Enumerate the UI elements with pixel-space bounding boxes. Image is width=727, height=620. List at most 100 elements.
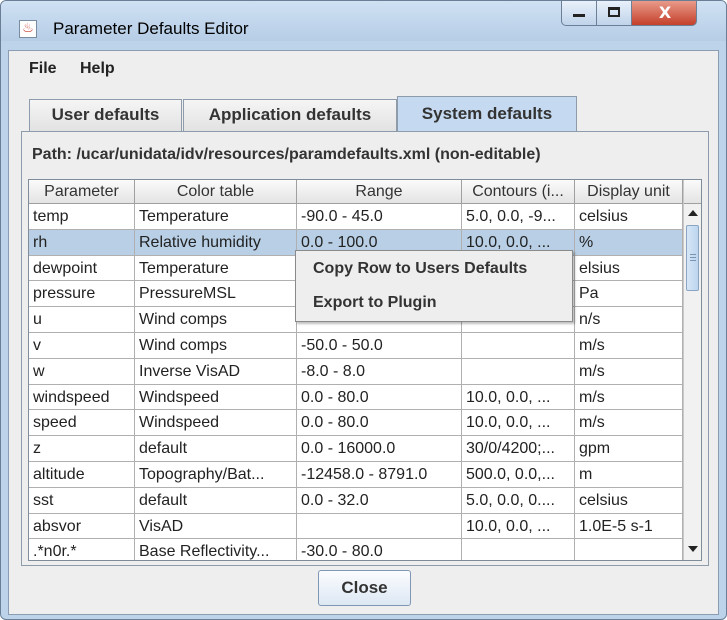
color-table-cell[interactable]: PressureMSL [135, 281, 297, 308]
contours-cell[interactable] [462, 358, 575, 385]
contours-cell[interactable]: 10.0, 0.0, ... [462, 384, 575, 411]
display-unit-cell[interactable]: m/s [575, 358, 683, 385]
table-row[interactable]: .*n0r.* Base Reflectivity... -30.0 - 80.0 [29, 539, 683, 560]
table-row[interactable]: altitude Topography/Bat... -12458.0 - 8791… [29, 462, 683, 488]
close-window-button[interactable]: X [631, 1, 697, 26]
contours-cell[interactable]: 10.0, 0.0, ... [462, 410, 575, 437]
color-table-cell[interactable]: Temperature [135, 204, 297, 230]
contours-cell[interactable]: 500.0, 0.0,... [462, 462, 575, 488]
range-cell[interactable]: 0.0 - 16000.0 [297, 436, 462, 462]
contours-cell[interactable] [462, 333, 575, 359]
table-row[interactable]: absvor VisAD 10.0, 0.0, ... 1.0E-5 s-1 [29, 513, 683, 540]
scroll-up-button[interactable] [684, 204, 701, 222]
contours-cell[interactable]: 10.0, 0.0, ... [462, 513, 575, 540]
color-table-cell[interactable]: Windspeed [135, 410, 297, 437]
display-unit-cell[interactable]: gpm [575, 436, 683, 462]
column-header-display-unit[interactable]: Display unit [575, 180, 683, 204]
display-unit-cell[interactable]: n/s [575, 307, 683, 333]
color-table-cell[interactable]: Wind comps [135, 333, 297, 359]
display-unit-cell[interactable]: m/s [575, 410, 683, 437]
color-table-cell[interactable]: Inverse VisAD [135, 358, 297, 385]
table-row[interactable]: windspeed Windspeed 0.0 - 80.0 10.0, 0.0, .… [29, 384, 683, 411]
display-unit-cell[interactable] [575, 539, 683, 560]
grip-icon [690, 254, 696, 261]
minimize-button[interactable] [561, 1, 597, 26]
color-table-cell[interactable]: default [135, 487, 297, 514]
table-row[interactable]: v Wind comps -50.0 - 50.0 m/s [29, 333, 683, 359]
parameter-cell[interactable]: speed [29, 410, 135, 437]
display-unit-cell[interactable]: elsius [575, 255, 683, 282]
display-unit-cell[interactable]: m [575, 462, 683, 488]
vertical-scrollbar[interactable] [683, 180, 701, 560]
column-header-contours[interactable]: Contours (i... [462, 180, 575, 204]
window-content: File Help User defaults Application defa… [8, 50, 719, 615]
window-title: Parameter Defaults Editor [53, 19, 249, 38]
contours-cell[interactable]: 30/0/4200;... [462, 436, 575, 462]
parameter-cell[interactable]: absvor [29, 513, 135, 540]
table-row[interactable]: w Inverse VisAD -8.0 - 8.0 m/s [29, 358, 683, 385]
color-table-cell[interactable]: default [135, 436, 297, 462]
range-cell[interactable] [297, 513, 462, 540]
parameter-cell[interactable]: w [29, 358, 135, 385]
range-cell[interactable]: -8.0 - 8.0 [297, 358, 462, 385]
color-table-cell[interactable]: Base Reflectivity... [135, 539, 297, 560]
contours-cell[interactable]: 5.0, 0.0, -9... [462, 204, 575, 230]
parameter-cell[interactable]: u [29, 307, 135, 333]
range-cell[interactable]: -50.0 - 50.0 [297, 333, 462, 359]
color-table-cell[interactable]: Windspeed [135, 384, 297, 411]
range-cell[interactable]: 0.0 - 80.0 [297, 384, 462, 411]
parameter-cell[interactable]: temp [29, 204, 135, 230]
color-table-cell[interactable]: Relative humidity [135, 229, 297, 256]
parameter-cell[interactable]: altitude [29, 462, 135, 488]
title-bar[interactable]: ♨ Parameter Defaults Editor X [1, 1, 726, 41]
table-row[interactable]: speed Windspeed 0.0 - 80.0 10.0, 0.0, ... m/… [29, 410, 683, 437]
column-header-parameter[interactable]: Parameter [29, 180, 135, 204]
close-button[interactable]: Close [318, 570, 411, 606]
contours-cell[interactable]: 5.0, 0.0, 0.... [462, 487, 575, 514]
parameter-cell[interactable]: z [29, 436, 135, 462]
column-header-range[interactable]: Range [297, 180, 462, 204]
scrollbar-thumb[interactable] [686, 225, 699, 291]
range-cell[interactable]: -30.0 - 80.0 [297, 539, 462, 560]
maximize-button[interactable] [596, 1, 632, 26]
copy-row-to-users-defaults-item[interactable]: Copy Row to Users Defaults [296, 252, 572, 286]
tab-application-defaults[interactable]: Application defaults [183, 99, 397, 131]
range-cell[interactable]: 0.0 - 32.0 [297, 487, 462, 514]
java-app-icon[interactable]: ♨ [19, 20, 37, 38]
parameter-cell[interactable]: pressure [29, 281, 135, 308]
range-cell[interactable]: 0.0 - 80.0 [297, 410, 462, 437]
close-icon: X [658, 3, 672, 22]
menu-help[interactable]: Help [80, 60, 115, 78]
display-unit-cell[interactable]: m/s [575, 384, 683, 411]
parameter-table: Parameter Color table Range Contours (i.… [28, 179, 702, 561]
display-unit-cell[interactable]: celsius [575, 204, 683, 230]
table-row[interactable]: temp Temperature -90.0 - 45.0 5.0, 0.0, -9.… [29, 204, 683, 230]
parameter-cell[interactable]: windspeed [29, 384, 135, 411]
color-table-cell[interactable]: Temperature [135, 255, 297, 282]
display-unit-cell[interactable]: 1.0E-5 s-1 [575, 513, 683, 540]
parameter-cell[interactable]: sst [29, 487, 135, 514]
range-cell[interactable]: -90.0 - 45.0 [297, 204, 462, 230]
color-table-cell[interactable]: Topography/Bat... [135, 462, 297, 488]
minimize-icon [573, 14, 585, 17]
parameter-cell[interactable]: dewpoint [29, 255, 135, 282]
column-header-color-table[interactable]: Color table [135, 180, 297, 204]
display-unit-cell[interactable]: % [575, 229, 683, 256]
display-unit-cell[interactable]: celsius [575, 487, 683, 514]
parameter-cell[interactable]: v [29, 333, 135, 359]
color-table-cell[interactable]: VisAD [135, 513, 297, 540]
scroll-down-button[interactable] [684, 540, 701, 558]
parameter-cell[interactable]: rh [29, 229, 135, 256]
export-to-plugin-item[interactable]: Export to Plugin [296, 286, 572, 320]
table-row[interactable]: z default 0.0 - 16000.0 30/0/4200;... gpm [29, 436, 683, 462]
range-cell[interactable]: -12458.0 - 8791.0 [297, 462, 462, 488]
table-row[interactable]: sst default 0.0 - 32.0 5.0, 0.0, 0.... celsi… [29, 487, 683, 514]
parameter-cell[interactable]: .*n0r.* [29, 539, 135, 560]
tab-system-defaults[interactable]: System defaults [397, 96, 577, 131]
display-unit-cell[interactable]: m/s [575, 333, 683, 359]
display-unit-cell[interactable]: Pa [575, 281, 683, 308]
contours-cell[interactable] [462, 539, 575, 560]
color-table-cell[interactable]: Wind comps [135, 307, 297, 333]
tab-user-defaults[interactable]: User defaults [29, 99, 182, 131]
menu-file[interactable]: File [29, 60, 57, 78]
